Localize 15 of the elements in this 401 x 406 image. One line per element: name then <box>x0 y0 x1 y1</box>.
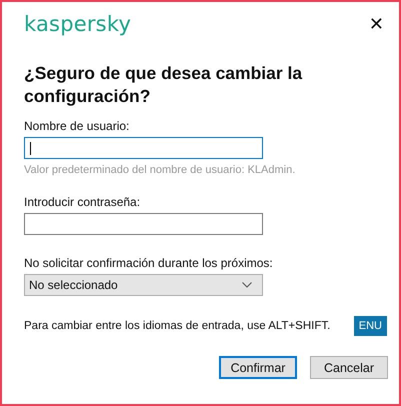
hint-text: Valor predeterminado del nombre de usuario: KLAdmin. <box>24 164 296 176</box>
field-label: No solicitar confirmación durante los próximos: <box>24 255 274 271</box>
close-button[interactable]: ✕ <box>364 14 388 34</box>
language-indicator[interactable]: ENU <box>354 316 387 336</box>
confirm-button[interactable]: Confirmar <box>219 356 297 379</box>
language-note: Para cambiar entre los idiomas de entrada, use ALT+SHIFT. <box>24 320 330 332</box>
dropdown[interactable]: No seleccionado <box>24 274 263 296</box>
chevron-down-icon <box>242 282 252 288</box>
dialog-title: ¿Seguro de que desea cambiar la configuración? <box>24 62 304 108</box>
input-field[interactable] <box>24 213 263 235</box>
input-field[interactable] <box>24 137 263 159</box>
field-label: Introducir contraseña: <box>24 194 142 210</box>
logo: kaspersky <box>24 12 132 36</box>
cancel-button[interactable]: Cancelar <box>310 356 388 379</box>
field-label: Nombre de usuario: <box>24 118 130 134</box>
